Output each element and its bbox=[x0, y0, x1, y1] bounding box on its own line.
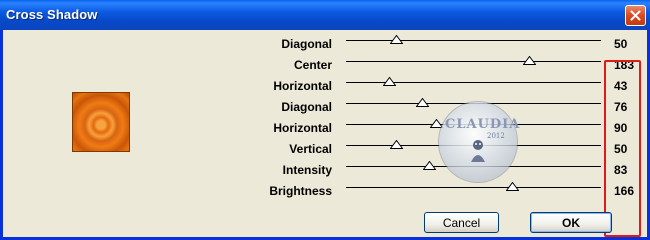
slider-thumb[interactable] bbox=[422, 161, 436, 170]
slider-row: Center 183 bbox=[3, 56, 647, 77]
slider-thumb[interactable] bbox=[505, 182, 519, 191]
dialog-body: Diagonal 50 Center 183 Horizontal 43 Diagonal 7… bbox=[3, 30, 647, 237]
slider-track[interactable] bbox=[346, 61, 601, 62]
slider-label: Horizontal bbox=[273, 121, 332, 135]
mascot-icon bbox=[471, 140, 485, 162]
slider-value: 50 bbox=[614, 37, 628, 51]
watermark-logo: CLAUDIA 2012 bbox=[439, 102, 521, 182]
slider-row: Horizontal 43 bbox=[3, 77, 647, 98]
slider-row: Horizontal 90 bbox=[3, 119, 647, 140]
slider-label: Brightness bbox=[269, 184, 332, 198]
slider-label: Horizontal bbox=[273, 79, 332, 93]
close-icon bbox=[630, 10, 641, 21]
title-bar[interactable]: Cross Shadow bbox=[0, 0, 650, 30]
watermark-text: CLAUDIA bbox=[445, 117, 521, 132]
slider-thumb[interactable] bbox=[415, 98, 429, 107]
slider-thumb[interactable] bbox=[389, 35, 403, 44]
cross-shadow-dialog: Cross Shadow Diagonal 50 Center 183 Horizont… bbox=[0, 0, 650, 240]
values-highlight-box bbox=[604, 60, 641, 237]
slider-thumb[interactable] bbox=[522, 56, 536, 65]
slider-row: Brightness 166 bbox=[3, 182, 647, 203]
slider-row: Vertical 50 bbox=[3, 140, 647, 161]
slider-label: Diagonal bbox=[281, 100, 332, 114]
ok-button[interactable]: OK bbox=[530, 212, 612, 233]
slider-thumb[interactable] bbox=[389, 140, 403, 149]
window-title: Cross Shadow bbox=[6, 7, 98, 22]
slider-row: Diagonal 50 bbox=[3, 35, 647, 56]
slider-track[interactable] bbox=[346, 187, 601, 188]
slider-label: Vertical bbox=[289, 142, 332, 156]
slider-label: Diagonal bbox=[281, 37, 332, 51]
slider-track[interactable] bbox=[346, 40, 601, 41]
watermark-subtext: 2012 bbox=[487, 132, 505, 140]
close-button[interactable] bbox=[625, 5, 646, 26]
slider-thumb[interactable] bbox=[382, 77, 396, 86]
slider-label: Center bbox=[293, 58, 332, 72]
slider-label: Intensity bbox=[282, 163, 332, 177]
slider-row: Diagonal 76 bbox=[3, 98, 647, 119]
slider-row: Intensity 83 bbox=[3, 161, 647, 182]
cancel-button[interactable]: Cancel bbox=[424, 212, 499, 233]
slider-thumb[interactable] bbox=[429, 119, 443, 128]
